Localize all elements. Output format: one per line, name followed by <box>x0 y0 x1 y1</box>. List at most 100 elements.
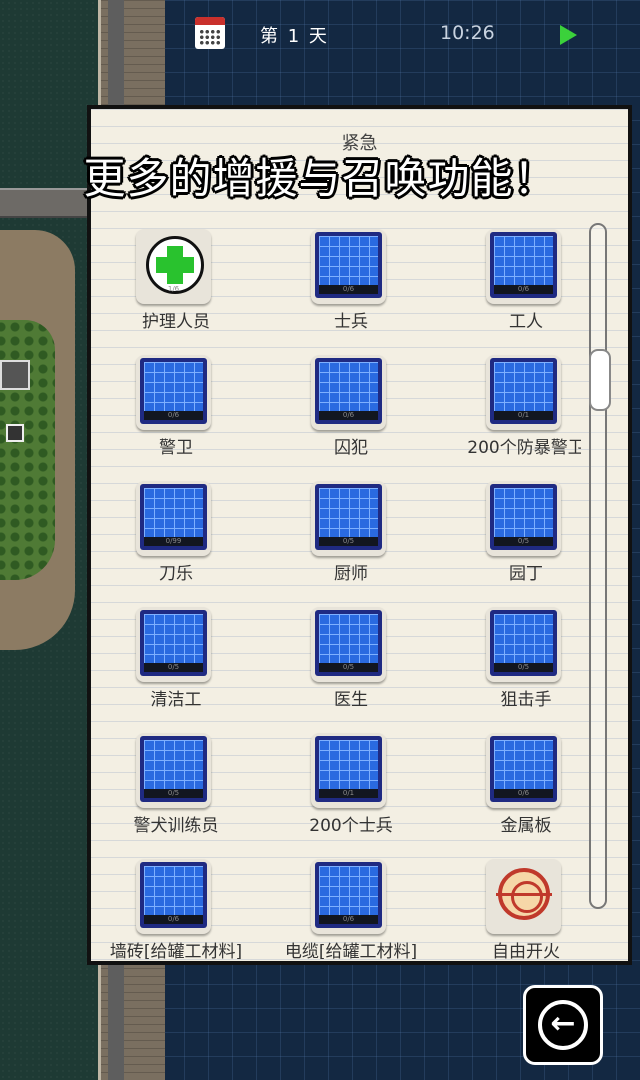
back-button[interactable]: ← <box>523 985 603 1065</box>
item-label: 墙砖[给罐工材料] <box>109 942 243 959</box>
item-count: 0/1 <box>494 411 553 420</box>
blueprint-icon <box>494 488 553 538</box>
grid-item[interactable]: 0/1 200个士兵 <box>266 728 426 848</box>
grid-item[interactable]: 0/6 电缆[给罐工材料] <box>266 854 426 959</box>
blueprint-icon <box>144 488 203 538</box>
item-tile[interactable]: 0/5 <box>486 607 561 682</box>
grid-item[interactable]: 0/6 囚犯 <box>266 350 426 470</box>
item-count: 0/5 <box>494 663 553 672</box>
grid-item[interactable]: 0/5 园丁 <box>441 476 581 596</box>
item-tile[interactable]: 0/99 <box>136 481 211 556</box>
tile-inner <box>490 862 557 928</box>
grid-item[interactable]: 1/6 护理人员 <box>91 224 251 344</box>
grid-item[interactable]: 0/6 工人 <box>441 224 581 344</box>
item-tile[interactable]: 0/1 <box>486 355 561 430</box>
item-label: 警犬训练员 <box>133 816 219 836</box>
item-count: 0/5 <box>319 663 378 672</box>
item-tile[interactable]: 0/6 <box>311 229 386 304</box>
item-label: 警卫 <box>159 438 193 458</box>
tile-inner: 0/1 <box>490 358 557 424</box>
item-label: 囚犯 <box>334 438 368 458</box>
target-icon <box>496 868 552 920</box>
item-label: 清洁工 <box>150 690 202 710</box>
item-tile[interactable]: 0/6 <box>486 733 561 808</box>
item-label: 厨师 <box>334 564 368 584</box>
tile-inner: 1/6 <box>140 232 207 298</box>
item-tile[interactable]: 0/5 <box>136 733 211 808</box>
item-label: 士兵 <box>334 312 368 332</box>
tile-inner: 0/5 <box>140 610 207 676</box>
blueprint-icon <box>144 740 203 790</box>
item-tile[interactable]: 0/6 <box>136 859 211 934</box>
tile-inner: 0/99 <box>140 484 207 550</box>
grid-item[interactable]: 0/5 厨师 <box>266 476 426 596</box>
blueprint-icon <box>319 614 378 664</box>
scrollbar[interactable] <box>589 223 611 909</box>
blueprint-icon <box>144 866 203 916</box>
blueprint-icon <box>494 614 553 664</box>
item-label: 刀乐 <box>159 564 193 584</box>
blueprint-icon <box>144 362 203 412</box>
item-label: 金属板 <box>500 816 552 836</box>
grid-item[interactable]: 0/5 狙击手 <box>441 602 581 722</box>
grid-item[interactable]: 0/5 清洁工 <box>91 602 251 722</box>
item-count: 0/5 <box>144 789 203 798</box>
item-tile[interactable]: 0/6 <box>311 859 386 934</box>
scrollbar-thumb[interactable] <box>589 349 611 411</box>
grid-item[interactable]: 0/5 医生 <box>266 602 426 722</box>
item-count: 0/6 <box>319 411 378 420</box>
blueprint-icon <box>319 866 378 916</box>
item-tile[interactable]: 0/6 <box>311 355 386 430</box>
building <box>0 360 30 390</box>
tile-inner: 0/5 <box>490 610 557 676</box>
building <box>6 424 24 442</box>
item-count: 0/6 <box>144 915 203 924</box>
item-tile[interactable]: 0/6 <box>136 355 211 430</box>
item-tile[interactable]: 0/5 <box>311 481 386 556</box>
grid-item[interactable]: 0/6 墙砖[给罐工材料] <box>91 854 251 959</box>
item-tile[interactable] <box>486 859 561 934</box>
item-count: 0/6 <box>319 915 378 924</box>
top-hud: 第 1 天 10:26 <box>165 0 640 70</box>
tile-inner: 0/6 <box>315 358 382 424</box>
item-tile[interactable]: 0/5 <box>136 607 211 682</box>
grid-item[interactable]: 自由开火 <box>441 854 581 959</box>
blueprint-icon <box>494 362 553 412</box>
item-grid: 1/6 护理人员 0/6 士兵 0/6 工人 0/6 警卫 0/6 囚犯 0/1 200个防暴警卫 0/… <box>91 224 581 959</box>
tile-inner: 0/5 <box>140 736 207 802</box>
grid-item[interactable]: 0/6 警卫 <box>91 350 251 470</box>
tile-inner: 0/1 <box>315 736 382 802</box>
grid-item[interactable]: 0/1 200个防暴警卫 <box>441 350 581 470</box>
grid-item[interactable]: 0/6 金属板 <box>441 728 581 848</box>
item-count: 0/99 <box>144 537 203 546</box>
item-tile[interactable]: 0/6 <box>486 229 561 304</box>
play-icon[interactable] <box>560 25 577 45</box>
item-count: 1/6 <box>167 285 180 293</box>
item-count: 0/5 <box>494 537 553 546</box>
grass-area <box>0 320 55 580</box>
grid-item[interactable]: 0/99 刀乐 <box>91 476 251 596</box>
item-label: 200个士兵 <box>309 816 393 836</box>
tile-inner: 0/6 <box>315 862 382 928</box>
blueprint-icon <box>319 488 378 538</box>
item-tile[interactable]: 0/1 <box>311 733 386 808</box>
item-count: 0/6 <box>144 411 203 420</box>
item-label: 电缆[给罐工材料] <box>284 942 418 959</box>
blueprint-icon <box>144 614 203 664</box>
item-count: 0/5 <box>319 537 378 546</box>
tile-inner: 0/5 <box>315 610 382 676</box>
item-count: 0/6 <box>494 285 553 294</box>
blueprint-icon <box>494 740 553 790</box>
item-tile[interactable]: 1/6 <box>136 229 211 304</box>
grid-item[interactable]: 0/6 士兵 <box>266 224 426 344</box>
tile-inner: 0/6 <box>315 232 382 298</box>
item-label: 医生 <box>334 690 368 710</box>
item-tile[interactable]: 0/5 <box>311 607 386 682</box>
item-tile[interactable]: 0/5 <box>486 481 561 556</box>
blueprint-icon <box>319 236 378 286</box>
item-label: 自由开火 <box>492 942 560 959</box>
tile-inner: 0/6 <box>140 358 207 424</box>
tile-inner: 0/6 <box>490 232 557 298</box>
calendar-icon[interactable] <box>195 17 225 49</box>
grid-item[interactable]: 0/5 警犬训练员 <box>91 728 251 848</box>
